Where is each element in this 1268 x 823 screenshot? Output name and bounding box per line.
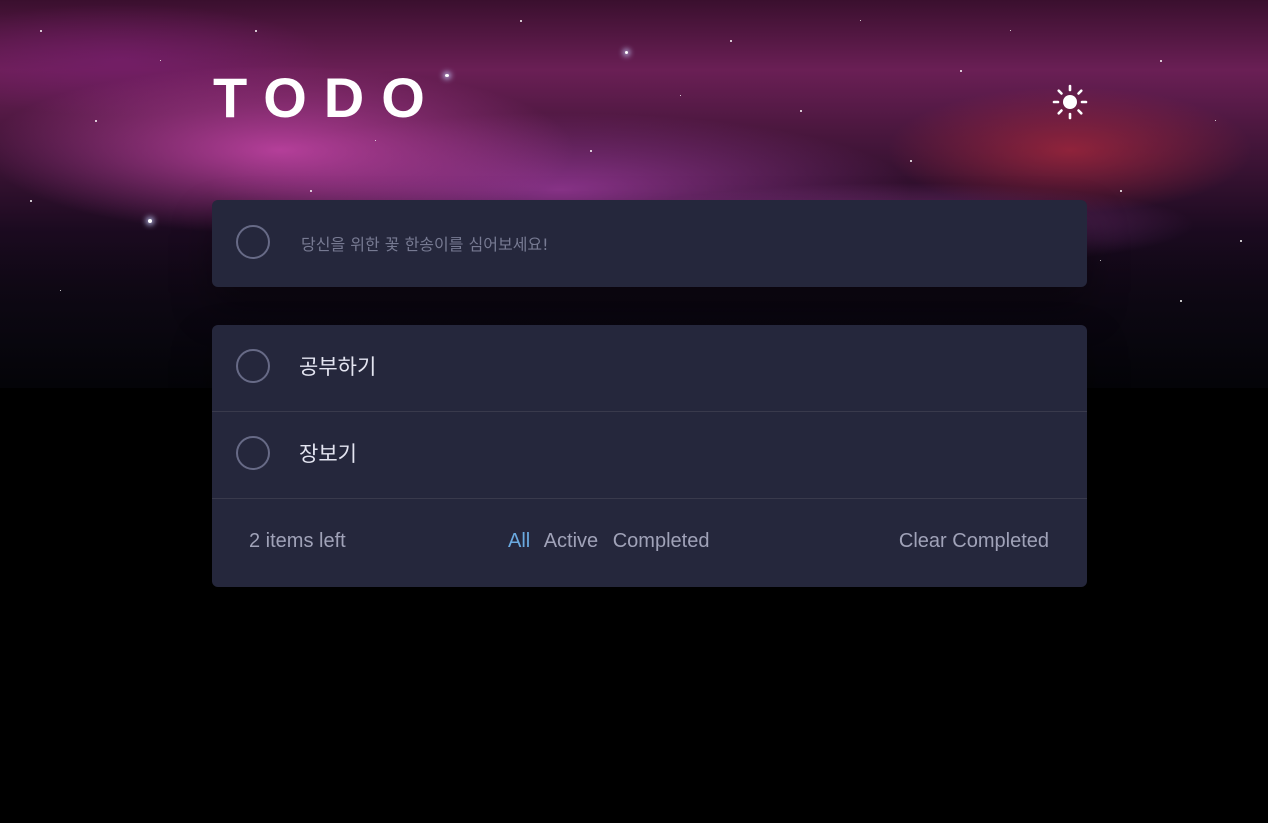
app-title: TODO: [213, 66, 442, 129]
filter-active[interactable]: Active: [544, 530, 598, 552]
todo-check-circle[interactable]: [236, 436, 270, 470]
sun-icon: [1052, 84, 1088, 120]
items-left-count: 2 items left: [249, 530, 346, 552]
filter-completed[interactable]: Completed: [613, 530, 710, 552]
new-todo-card: [212, 200, 1087, 287]
todo-footer: 2 items left All Active Completed Clear …: [212, 499, 1087, 587]
todo-item-text[interactable]: 장보기: [299, 439, 357, 469]
theme-toggle-button[interactable]: [1052, 84, 1088, 120]
todo-check-circle[interactable]: [236, 349, 270, 383]
todo-item-text[interactable]: 공부하기: [299, 352, 376, 382]
todo-item: 공부하기: [212, 325, 1087, 412]
todo-item: 장보기: [212, 412, 1087, 499]
clear-completed-button[interactable]: Clear Completed: [899, 530, 1049, 553]
new-todo-check-circle[interactable]: [236, 225, 270, 259]
new-todo-input[interactable]: [299, 226, 1063, 262]
filter-group: All Active Completed: [508, 530, 718, 553]
filter-all[interactable]: All: [508, 530, 530, 552]
todo-list: 공부하기 장보기 2 items left All Active Complet…: [212, 325, 1087, 587]
